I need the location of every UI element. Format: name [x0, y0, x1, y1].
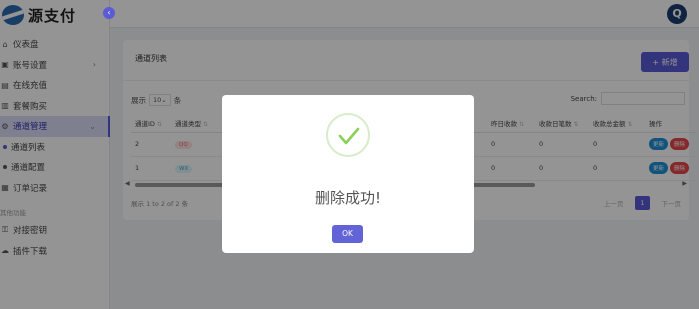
- success-check-icon: [326, 113, 370, 157]
- success-dialog: 删除成功! OK: [222, 95, 474, 253]
- ok-button[interactable]: OK: [332, 225, 363, 243]
- chevron-left-icon[interactable]: ‹: [103, 7, 115, 19]
- dialog-title: 删除成功!: [314, 189, 381, 207]
